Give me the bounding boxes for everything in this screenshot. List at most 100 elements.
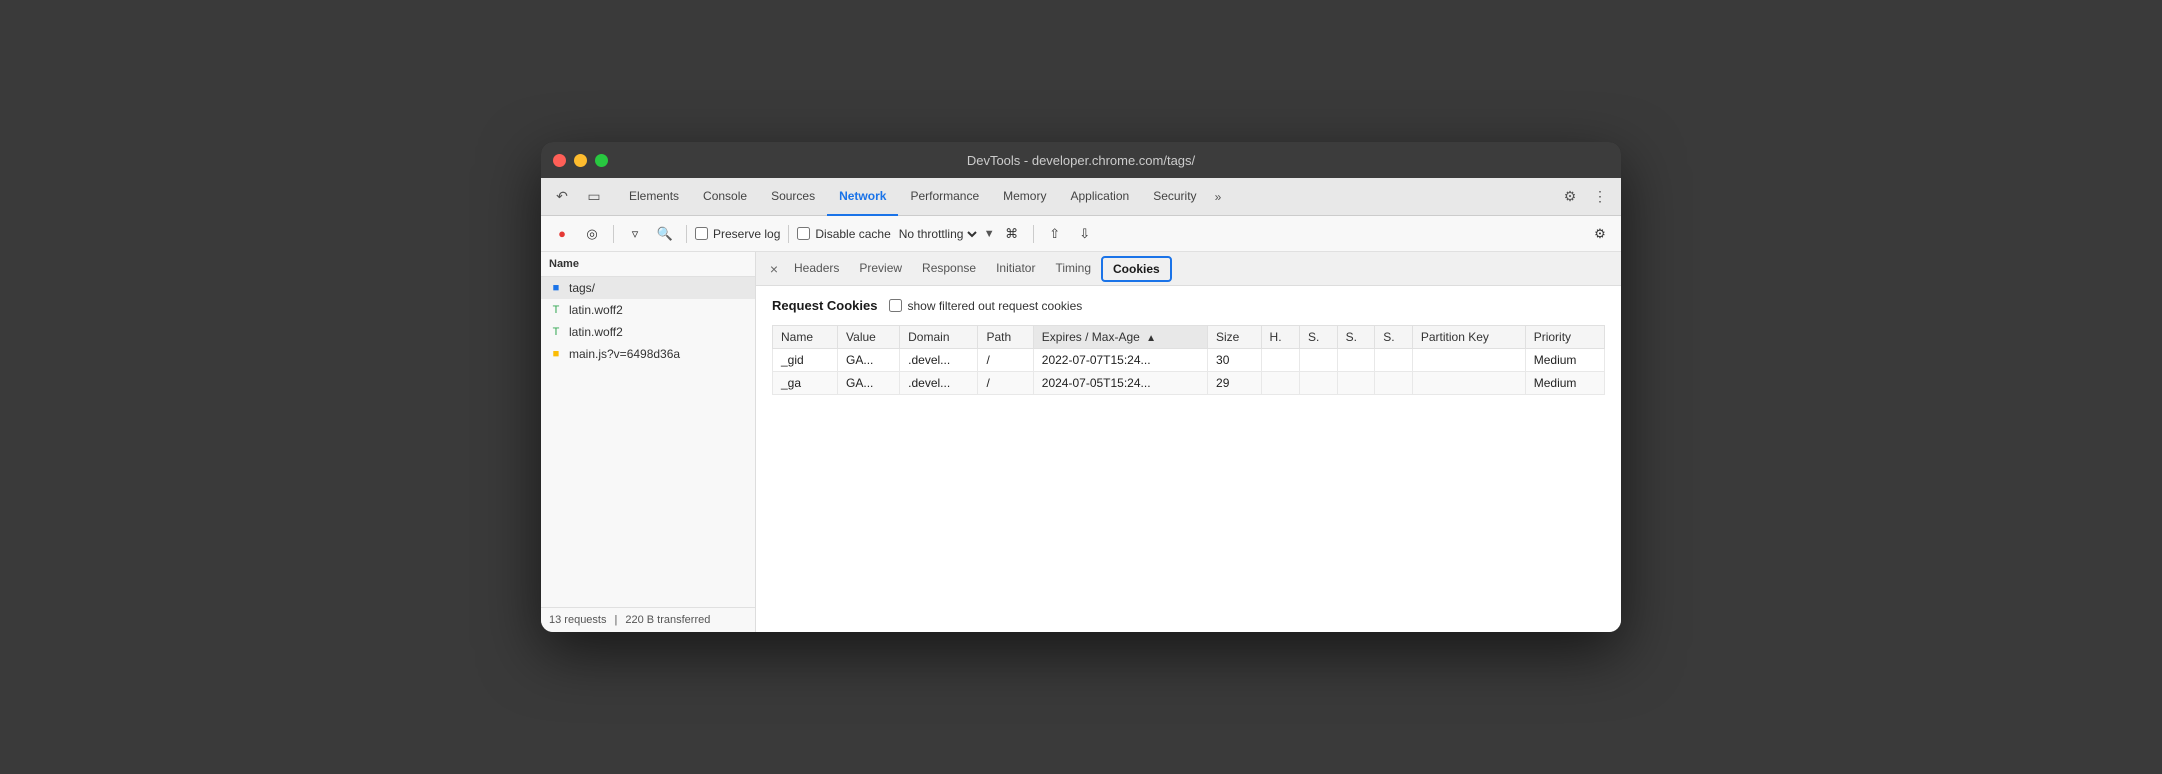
settings-icon[interactable]: ⚙: [1557, 184, 1583, 210]
tab-initiator[interactable]: Initiator: [986, 252, 1045, 286]
preserve-log-checkbox[interactable]: [695, 227, 708, 240]
font-icon-1: T: [549, 303, 563, 317]
request-cookies-title: Request Cookies: [772, 298, 877, 313]
cell-value: GA...: [838, 372, 900, 395]
col-name[interactable]: Name: [773, 326, 838, 349]
doc-icon: ■: [549, 281, 563, 295]
col-size[interactable]: Size: [1208, 326, 1262, 349]
throttle-arrow: ▼: [984, 228, 995, 240]
traffic-lights: [553, 154, 608, 167]
network-sidebar: Name ■ tags/ T latin.woff2 T latin.woff2…: [541, 252, 756, 632]
request-cookies-header: Request Cookies show filtered out reques…: [772, 298, 1605, 313]
cell-h: [1261, 349, 1299, 372]
col-h[interactable]: H.: [1261, 326, 1299, 349]
cell-domain: .devel...: [900, 372, 978, 395]
inspect-icon[interactable]: ▭: [581, 184, 607, 210]
tab-response[interactable]: Response: [912, 252, 986, 286]
cell-path: /: [978, 372, 1033, 395]
cookies-table: Name Value Domain Path Expires / Max-Age…: [772, 325, 1605, 395]
cell-domain: .devel...: [900, 349, 978, 372]
sidebar-item-latin2[interactable]: T latin.woff2: [541, 321, 755, 343]
disable-cache-checkbox[interactable]: [797, 227, 810, 240]
col-value[interactable]: Value: [838, 326, 900, 349]
col-s3[interactable]: S.: [1375, 326, 1413, 349]
sidebar-item-latin1[interactable]: T latin.woff2: [541, 299, 755, 321]
upload-icon[interactable]: ⇧: [1042, 221, 1068, 247]
col-expires[interactable]: Expires / Max-Age ▲: [1033, 326, 1207, 349]
clear-icon[interactable]: ◎: [579, 221, 605, 247]
cell-expires: 2022-07-07T15:24...: [1033, 349, 1207, 372]
cell-priority: Medium: [1525, 349, 1604, 372]
network-toolbar: ● ◎ ▿ 🔍 Preserve log Disable cache No th…: [541, 216, 1621, 252]
cell-partition_key: [1412, 372, 1525, 395]
cell-size: 29: [1208, 372, 1262, 395]
table-row[interactable]: _gidGA....devel.../2022-07-07T15:24...30…: [773, 349, 1605, 372]
tab-memory[interactable]: Memory: [991, 178, 1058, 216]
col-domain[interactable]: Domain: [900, 326, 978, 349]
script-icon: ■: [549, 347, 563, 361]
cookies-panel: Request Cookies show filtered out reques…: [756, 286, 1621, 632]
col-partition-key[interactable]: Partition Key: [1412, 326, 1525, 349]
tab-network[interactable]: Network: [827, 178, 898, 216]
close-button[interactable]: [553, 154, 566, 167]
download-icon[interactable]: ⇩: [1072, 221, 1098, 247]
tab-elements[interactable]: Elements: [617, 178, 691, 216]
tab-bar-icons: ↶ ▭: [549, 184, 607, 210]
sidebar-item-mainjs[interactable]: ■ main.js?v=6498d36a: [541, 343, 755, 365]
cell-s3: [1375, 372, 1413, 395]
cell-name: _ga: [773, 372, 838, 395]
tab-sources[interactable]: Sources: [759, 178, 827, 216]
cell-partition_key: [1412, 349, 1525, 372]
tab-timing[interactable]: Timing: [1045, 252, 1101, 286]
filter-icon[interactable]: ▿: [622, 221, 648, 247]
show-filtered-label[interactable]: show filtered out request cookies: [889, 299, 1082, 313]
tab-security[interactable]: Security: [1141, 178, 1208, 216]
gear-icon[interactable]: ⚙: [1587, 221, 1613, 247]
cell-s2: [1337, 349, 1375, 372]
more-tabs-button[interactable]: »: [1209, 190, 1228, 204]
main-tab-bar: ↶ ▭ Elements Console Sources Network Per…: [541, 178, 1621, 216]
wifi-icon[interactable]: ⌘: [999, 221, 1025, 247]
col-s2[interactable]: S.: [1337, 326, 1375, 349]
separator-4: [1033, 225, 1034, 243]
throttle-select[interactable]: No throttling: [895, 226, 980, 242]
sidebar-header: Name: [541, 252, 755, 277]
col-s1[interactable]: S.: [1300, 326, 1338, 349]
panel-content-area: × Headers Preview Response Initiator Tim…: [756, 252, 1621, 632]
disable-cache-label[interactable]: Disable cache: [797, 227, 890, 241]
font-icon-2: T: [549, 325, 563, 339]
browser-window: DevTools - developer.chrome.com/tags/ ↶ …: [541, 142, 1621, 632]
show-filtered-checkbox[interactable]: [889, 299, 902, 312]
tab-bar-right: ⚙ ⋮: [1557, 184, 1613, 210]
search-icon[interactable]: 🔍: [652, 221, 678, 247]
col-path[interactable]: Path: [978, 326, 1033, 349]
cursor-icon[interactable]: ↶: [549, 184, 575, 210]
more-options-icon[interactable]: ⋮: [1587, 184, 1613, 210]
preserve-log-label[interactable]: Preserve log: [695, 227, 780, 241]
tab-cookies[interactable]: Cookies: [1101, 256, 1172, 282]
table-row[interactable]: _gaGA....devel.../2024-07-05T15:24...29 M…: [773, 372, 1605, 395]
tab-console[interactable]: Console: [691, 178, 759, 216]
record-button[interactable]: ●: [549, 221, 575, 247]
cell-s3: [1375, 349, 1413, 372]
titlebar: DevTools - developer.chrome.com/tags/: [541, 142, 1621, 178]
col-priority[interactable]: Priority: [1525, 326, 1604, 349]
sidebar-footer: 13 requests | 220 B transferred: [541, 607, 755, 632]
minimize-button[interactable]: [574, 154, 587, 167]
cell-size: 30: [1208, 349, 1262, 372]
tab-headers[interactable]: Headers: [784, 252, 849, 286]
sort-arrow: ▲: [1146, 333, 1156, 344]
sidebar-item-tags[interactable]: ■ tags/: [541, 277, 755, 299]
cell-s2: [1337, 372, 1375, 395]
cell-expires: 2024-07-05T15:24...: [1033, 372, 1207, 395]
main-area: Name ■ tags/ T latin.woff2 T latin.woff2…: [541, 252, 1621, 632]
maximize-button[interactable]: [595, 154, 608, 167]
tab-application[interactable]: Application: [1058, 178, 1141, 216]
tab-performance[interactable]: Performance: [898, 178, 991, 216]
cell-priority: Medium: [1525, 372, 1604, 395]
cell-path: /: [978, 349, 1033, 372]
panel-close-button[interactable]: ×: [764, 259, 784, 279]
tab-preview[interactable]: Preview: [849, 252, 912, 286]
separator-3: [788, 225, 789, 243]
cell-s1: [1300, 349, 1338, 372]
